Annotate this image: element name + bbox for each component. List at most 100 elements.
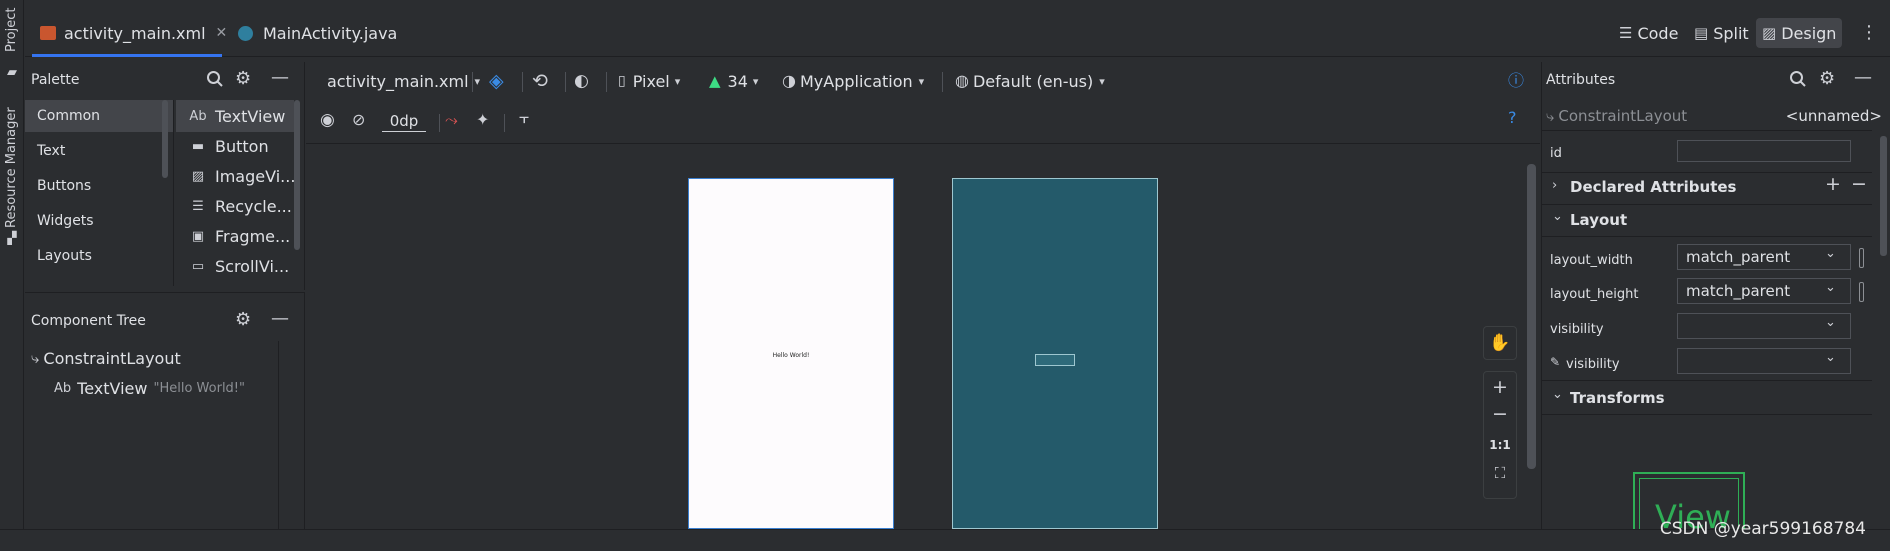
dropdown-arrow-icon[interactable]: ⌄ — [1825, 351, 1836, 364]
api-level-selector[interactable]: ▲ 34 ▾ — [709, 66, 758, 96]
design-mode-button[interactable]: ▨ Design — [1756, 18, 1843, 48]
close-icon[interactable]: ✕ — [216, 26, 228, 40]
palette-item-button[interactable]: ▬ Button — [187, 132, 269, 160]
chevron-down-icon[interactable]: ⌄ — [1552, 210, 1563, 223]
theme-selector[interactable]: ◑ MyApplication ▾ — [782, 66, 924, 96]
divider — [1542, 380, 1872, 381]
hello-world-textview[interactable]: Hello World! — [689, 352, 893, 359]
resource-manager-label[interactable]: Resource Manager — [4, 107, 19, 228]
gear-icon[interactable]: ⚙ — [235, 311, 251, 329]
resource-icon[interactable]: ▞ — [5, 232, 19, 244]
blueprint-surface[interactable] — [952, 178, 1158, 529]
minimize-icon[interactable]: — — [271, 310, 289, 328]
search-icon[interactable] — [206, 70, 226, 88]
zoom-reset-button[interactable]: 1:1 — [1484, 438, 1516, 452]
palette-item-fragment[interactable]: ▣ Fragme... — [187, 222, 290, 250]
divider — [1542, 236, 1872, 237]
gear-icon[interactable]: ⚙ — [235, 70, 251, 88]
palette-category-buttons[interactable]: Buttons — [25, 170, 173, 202]
zoom-out-icon[interactable]: − — [1484, 405, 1516, 424]
xml-file-icon — [40, 26, 56, 40]
toolbar-separator — [472, 72, 473, 92]
locale-selector[interactable]: ◍ Default (en-us) ▾ — [955, 66, 1105, 96]
palette-item-imageview[interactable]: ▨ ImageVi... — [187, 162, 296, 190]
tree-divider — [278, 341, 279, 551]
resource-picker-button[interactable] — [1859, 248, 1864, 268]
zoom-fit-icon[interactable]: ⛶ — [1484, 466, 1516, 481]
code-mode-button[interactable]: ☰ Code — [1613, 18, 1684, 48]
palette-item-label: ScrollVi... — [215, 256, 290, 276]
palette-item-label: Fragme... — [215, 226, 291, 246]
palette-category-widgets[interactable]: Widgets — [25, 205, 173, 237]
palette-item-scrollview[interactable]: ▭ ScrollVi... — [187, 252, 289, 280]
minimize-icon[interactable]: — — [271, 69, 289, 87]
attributes-scrollbar[interactable] — [1880, 136, 1887, 256]
minimize-icon[interactable]: — — [1854, 69, 1872, 87]
night-mode-icon[interactable]: ◐ — [574, 66, 589, 96]
palette-category-common[interactable]: Common — [25, 100, 173, 132]
chevron-down-icon[interactable]: ⌄ — [1552, 388, 1563, 401]
help-icon[interactable]: ? — [1508, 110, 1517, 126]
clear-constraints-icon[interactable]: ⤳ — [445, 112, 458, 128]
zoom-in-icon[interactable]: + — [1484, 378, 1516, 397]
locale-label: Default (en-us) — [972, 71, 1094, 91]
palette-item-textview[interactable]: Ab TextView — [187, 102, 285, 130]
blueprint-textview[interactable] — [1035, 354, 1075, 366]
palette-category-layouts[interactable]: Layouts — [25, 240, 173, 272]
id-field[interactable] — [1677, 140, 1851, 162]
file-selector-label: activity_main.xml — [327, 71, 469, 91]
theme-icon: ◑ — [782, 71, 796, 90]
toolbar-separator — [504, 114, 505, 132]
component-tree-panel: Component Tree ⚙ — ⤷ ConstraintLayout Ab… — [25, 292, 305, 551]
palette-item-recyclerview[interactable]: ☰ Recycle... — [187, 192, 292, 220]
watermark: CSDN @year599168784 — [1659, 519, 1866, 539]
design-canvas[interactable]: ✋ + − 1:1 ⛶ — [306, 144, 1540, 529]
dropdown-arrow-icon[interactable]: ⌄ — [1825, 316, 1836, 329]
more-options-icon[interactable]: ⋮ — [1860, 24, 1878, 42]
device-selector[interactable]: ▯ Pixel ▾ — [618, 66, 680, 96]
magnet-off-icon[interactable]: ⊘ — [352, 112, 365, 128]
add-attribute-icon[interactable]: + — [1825, 175, 1841, 194]
constraint-layout-icon: ⤷ — [31, 349, 40, 367]
canvas-scrollbar[interactable] — [1527, 164, 1536, 469]
transforms-section-header[interactable]: Transforms — [1570, 389, 1665, 407]
tree-item-constraintlayout[interactable]: ⤷ ConstraintLayout — [31, 349, 181, 368]
guidelines-icon[interactable]: ⫟ — [519, 110, 529, 127]
tab-activity-main[interactable]: activity_main.xml ✕ — [40, 18, 227, 48]
resource-picker-button[interactable] — [1859, 282, 1864, 302]
category-scrollbar[interactable] — [162, 100, 168, 178]
split-mode-button[interactable]: ▤ Split — [1688, 18, 1755, 48]
tree-item-textview[interactable]: Ab TextView "Hello World!" — [54, 379, 245, 398]
default-margin-field[interactable]: 0dp — [382, 110, 426, 132]
gear-icon[interactable]: ⚙ — [1819, 70, 1835, 88]
toolbar-separator — [942, 72, 943, 92]
items-scrollbar[interactable] — [294, 100, 300, 250]
file-selector[interactable]: activity_main.xml ▾ — [327, 66, 480, 96]
project-tool-label[interactable]: Project — [4, 8, 19, 52]
declared-attributes-header[interactable]: Declared Attributes — [1570, 178, 1737, 196]
palette-divider — [173, 100, 174, 286]
eye-icon[interactable]: ◉ — [320, 112, 335, 129]
palette-title: Palette — [31, 72, 80, 88]
design-view-icon: ▨ — [1762, 23, 1777, 42]
design-surface[interactable]: Hello World! — [688, 178, 894, 529]
palette-category-text[interactable]: Text — [25, 135, 173, 167]
dropdown-arrow-icon[interactable]: ⌄ — [1825, 281, 1836, 294]
palette-item-label: TextView — [215, 106, 286, 126]
folder-icon[interactable]: ▰ — [5, 66, 19, 79]
pan-tool-button[interactable]: ✋ — [1483, 326, 1517, 360]
chevron-right-icon[interactable]: › — [1552, 179, 1557, 192]
orientation-icon[interactable]: ⟲ — [532, 66, 548, 96]
button-icon: ▬ — [191, 138, 205, 154]
layout-section-header[interactable]: Layout — [1570, 211, 1627, 229]
dropdown-arrow-icon[interactable]: ⌄ — [1825, 247, 1836, 260]
remove-attribute-icon[interactable]: − — [1851, 175, 1867, 194]
palette-panel: Palette ⚙ — Common Text Buttons Widgets … — [25, 62, 305, 290]
tab-main-activity[interactable]: MainActivity.java — [238, 18, 397, 48]
layers-icon[interactable]: ◈ — [489, 66, 504, 96]
divider — [1542, 130, 1872, 131]
info-icon[interactable]: ⓘ — [1508, 66, 1524, 96]
infer-constraints-icon[interactable]: ✦ — [476, 112, 489, 128]
tree-item-label: TextView — [77, 379, 148, 398]
search-icon[interactable] — [1789, 70, 1809, 88]
